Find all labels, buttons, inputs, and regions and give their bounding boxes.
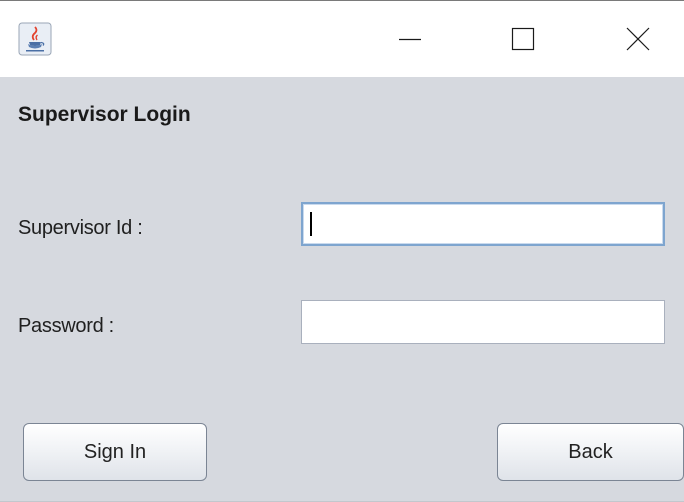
title-bar[interactable] (0, 1, 684, 77)
java-coffee-cup-icon[interactable] (18, 22, 52, 56)
minimize-icon (399, 38, 421, 41)
password-label: Password : (18, 315, 114, 337)
form-heading: Supervisor Login (18, 103, 191, 126)
maximize-icon (511, 27, 535, 51)
sign-in-button[interactable]: Sign In (23, 423, 207, 481)
text-caret (310, 212, 312, 236)
minimize-button[interactable] (365, 1, 455, 77)
supervisor-id-label: Supervisor Id : (18, 217, 143, 239)
password-input[interactable] (301, 300, 665, 344)
supervisor-id-input[interactable] (301, 202, 665, 246)
login-panel: Supervisor Login Supervisor Id : Passwor… (0, 77, 684, 502)
close-icon (626, 27, 650, 51)
back-button[interactable]: Back (497, 423, 684, 481)
maximize-button[interactable] (478, 1, 568, 77)
close-button[interactable] (592, 1, 684, 77)
login-window: Supervisor Login Supervisor Id : Passwor… (0, 0, 684, 502)
